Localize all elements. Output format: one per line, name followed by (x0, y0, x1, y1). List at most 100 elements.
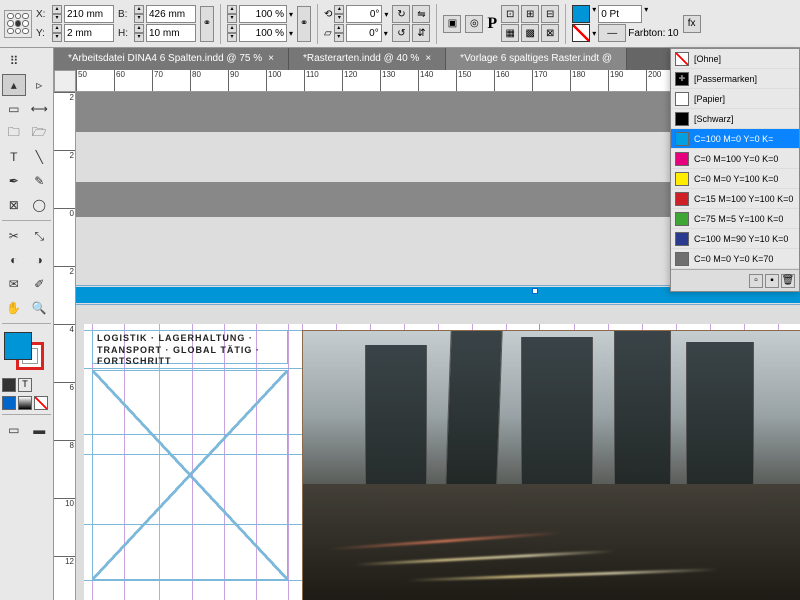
fill-stroke-widget[interactable] (2, 332, 50, 372)
stroke-color-chip[interactable] (572, 24, 590, 42)
y-step-down[interactable]: ▾ (52, 33, 62, 42)
swatch-row[interactable]: [Papier] (671, 89, 799, 109)
stroke-weight-input[interactable] (598, 5, 642, 23)
close-icon[interactable]: × (425, 48, 431, 70)
swatch-row[interactable]: C=0 M=100 Y=0 K=0 (671, 149, 799, 169)
ellipse-tool-icon[interactable]: ◯ (28, 194, 52, 216)
rectangle-frame-tool-icon[interactable]: ⊠ (2, 194, 26, 216)
x-step-up[interactable]: ▴ (52, 5, 62, 14)
document-tab[interactable]: *Rasterarten.indd @ 40 %× (289, 48, 446, 70)
select-container-icon[interactable]: ▣ (443, 15, 461, 33)
farbton-label: Farbton: (628, 28, 665, 39)
fill-color-chip[interactable] (572, 5, 590, 23)
select-content-icon[interactable]: ◎ (465, 15, 483, 33)
constrain-scale-icon[interactable]: ⚭ (297, 6, 311, 42)
close-icon[interactable]: × (268, 48, 274, 70)
height-input[interactable] (146, 24, 196, 42)
fill-swatch[interactable] (4, 332, 32, 360)
line-tool-icon[interactable]: ╲ (28, 146, 52, 168)
fill-dropdown-icon[interactable]: ▾ (592, 5, 596, 23)
pen-tool-icon[interactable]: ✒ (2, 170, 26, 192)
reference-point-widget[interactable] (4, 10, 32, 38)
scissors-tool-icon[interactable]: ✂ (2, 225, 26, 247)
image-frame[interactable] (302, 330, 800, 600)
vertical-ruler[interactable]: 22024681012 (54, 92, 76, 600)
x-input[interactable] (64, 5, 114, 23)
width-input[interactable] (146, 5, 196, 23)
flip-v-icon[interactable]: ⇵ (412, 24, 430, 42)
view-mode-normal-icon[interactable]: ▭ (2, 419, 26, 441)
shear-input[interactable] (346, 24, 382, 42)
fit-content-icon[interactable]: ⊡ (501, 5, 519, 23)
new-swatch-icon[interactable]: ▫ (749, 274, 763, 288)
type-tool-icon[interactable]: T (2, 146, 26, 168)
y-input[interactable] (64, 24, 114, 42)
free-transform-icon[interactable]: ⤡ (28, 225, 52, 247)
swatch-row[interactable]: [Schwarz] (671, 109, 799, 129)
rotate-cw-icon[interactable]: ↻ (392, 5, 410, 23)
eyedropper-tool-icon[interactable]: ✐ (28, 273, 52, 295)
control-bar: X:▴▾ Y:▴▾ B:▴▾ H:▴▾ ⚭ ▴▾▾ ▴▾▾ ⚭ ⟲▴▾▾ ▱▴▾… (0, 0, 800, 48)
stroke-style-icon[interactable]: — (598, 24, 626, 42)
selection-handle[interactable] (532, 288, 538, 294)
apply-gradient-btn[interactable] (18, 396, 32, 410)
x-label: X: (36, 9, 50, 20)
rotate-ccw-icon[interactable]: ↺ (392, 24, 410, 42)
paragraph-style-icon[interactable]: P (487, 15, 497, 33)
page-tool-icon[interactable]: ▭ (2, 98, 26, 120)
scale-x-input[interactable] (239, 5, 287, 23)
swatch-row[interactable]: C=100 M=90 Y=10 K=0 (671, 229, 799, 249)
document-tab[interactable]: *Vorlage 6 spaltiges Raster.indt @ (446, 48, 627, 70)
scale-y-input[interactable] (239, 24, 287, 42)
grabber-icon[interactable]: ⠿ (2, 50, 26, 72)
apply-color-icon[interactable] (2, 378, 16, 392)
swatch-name: [Schwarz] (694, 114, 734, 124)
formatting-text-icon[interactable]: T (18, 378, 32, 392)
note-tool-icon[interactable]: ✉ (2, 273, 26, 295)
swatch-chip (675, 132, 689, 146)
effects-icon[interactable]: fx (683, 15, 701, 33)
swatches-panel: [Ohne] [Passermarken][Papier] [Schwarz] C=1… (670, 48, 800, 292)
empty-graphic-frame[interactable] (92, 370, 288, 580)
swatch-row[interactable]: C=15 M=100 Y=100 K=0 (671, 189, 799, 209)
swatch-row[interactable]: [Ohne] (671, 49, 799, 69)
constrain-proportions-icon[interactable]: ⚭ (200, 6, 214, 42)
y-step-up[interactable]: ▴ (52, 24, 62, 33)
x-step-down[interactable]: ▾ (52, 14, 62, 23)
apply-color-btn[interactable] (2, 396, 16, 410)
zoom-tool-icon[interactable]: 🔍 (28, 297, 52, 319)
hand-tool-icon[interactable]: ✋ (2, 297, 26, 319)
new-swatch-icon[interactable]: ▪ (765, 274, 779, 288)
center-content-icon[interactable]: ⊟ (541, 5, 559, 23)
gradient-feather-icon[interactable]: ◑ (28, 249, 52, 271)
swatch-name: C=0 M=0 Y=100 K=0 (694, 174, 778, 184)
flip-h-icon[interactable]: ⇋ (412, 5, 430, 23)
swatch-row[interactable]: C=0 M=0 Y=0 K=70 (671, 249, 799, 269)
swatch-name: C=75 M=5 Y=100 K=0 (694, 214, 783, 224)
swatch-row[interactable]: C=75 M=5 Y=100 K=0 (671, 209, 799, 229)
swatch-name: C=0 M=0 Y=0 K=70 (694, 254, 773, 264)
content-placer-icon[interactable]: 🗁 (28, 122, 52, 144)
fit-frame-icon[interactable]: ⊞ (521, 5, 539, 23)
apply-none-btn[interactable] (34, 396, 48, 410)
direct-select-tool-icon[interactable]: ▹ (28, 74, 52, 96)
rotation-input[interactable] (346, 5, 382, 23)
gradient-swatch-icon[interactable]: ◐ (2, 249, 26, 271)
view-mode-preview-icon[interactable]: ▬ (28, 419, 52, 441)
content-collector-icon[interactable]: 🗀 (2, 122, 26, 144)
swatch-name: [Ohne] (694, 54, 721, 64)
pencil-tool-icon[interactable]: ✎ (28, 170, 52, 192)
swatch-chip (675, 192, 689, 206)
selection-tool-icon[interactable]: ▴ (2, 74, 26, 96)
document-tab[interactable]: *Arbeitsdatei DINA4 6 Spalten.indd @ 75 … (54, 48, 289, 70)
swatch-row[interactable]: C=0 M=0 Y=100 K=0 (671, 169, 799, 189)
delete-swatch-icon[interactable]: 🗑 (781, 274, 795, 288)
gap-tool-icon[interactable]: ⟷ (28, 98, 52, 120)
ruler-origin[interactable] (54, 70, 76, 92)
fill-frame-icon[interactable]: ▦ (501, 24, 519, 42)
auto-fit-icon[interactable]: ⊠ (541, 24, 559, 42)
swatch-row[interactable]: [Passermarken] (671, 69, 799, 89)
swatch-row[interactable]: C=100 M=0 Y=0 K= (671, 129, 799, 149)
text-frame[interactable]: LOGISTIK · LAGERHALTUNG · TRANSPORT · GL… (92, 330, 288, 364)
fit-prop-icon[interactable]: ▩ (521, 24, 539, 42)
